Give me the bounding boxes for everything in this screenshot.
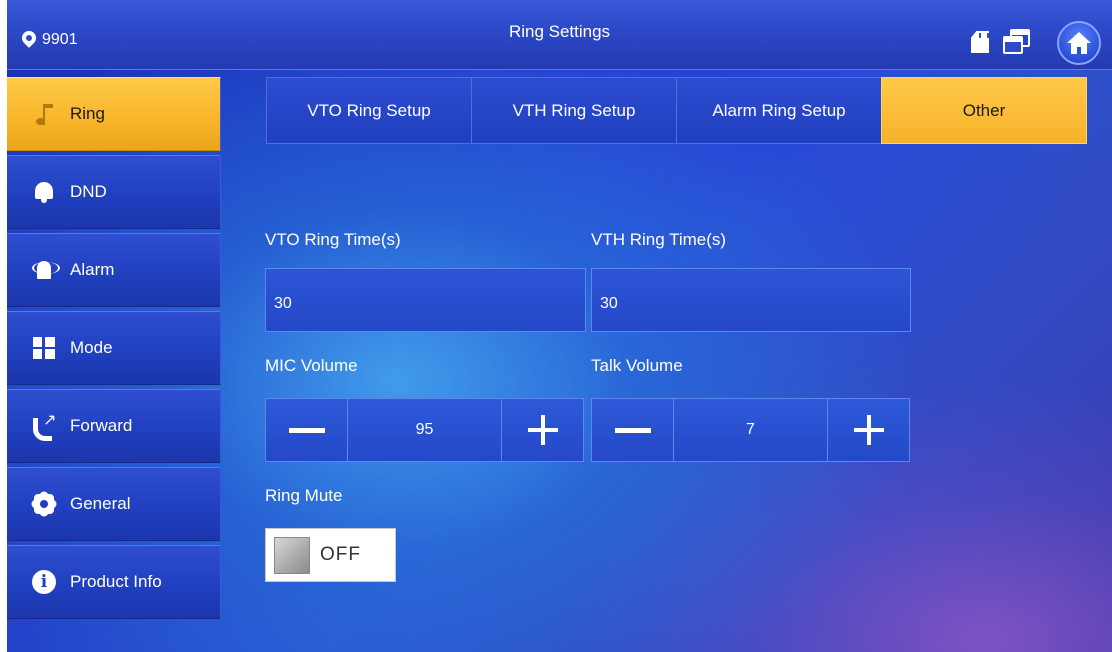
sidebar-item-label: Mode (70, 338, 113, 357)
sidebar-item-mode[interactable]: Mode (7, 311, 221, 385)
vth-ring-time-field[interactable]: 30 (591, 268, 911, 332)
sidebar-item-ring[interactable]: Ring (7, 77, 221, 151)
top-bar: 9901 Ring Settings (7, 0, 1112, 70)
sidebar-item-product-info[interactable]: i Product Info (7, 545, 221, 619)
vth-ring-time-label: VTH Ring Time(s) (591, 230, 727, 249)
page-title: Ring Settings (508, 22, 611, 41)
vto-ring-time-field[interactable]: 30 (265, 268, 586, 332)
tab-bar: VTO Ring Setup VTH Ring Setup Alarm Ring… (266, 77, 1087, 144)
sidebar-item-label: Product Info (70, 572, 162, 591)
music-note-icon (32, 102, 56, 126)
talk-volume-stepper: 7 (591, 398, 910, 462)
sd-card-icon[interactable] (971, 31, 989, 53)
sidebar-item-label: DND (70, 182, 107, 201)
sidebar-item-dnd[interactable]: DND (7, 155, 221, 229)
bell-icon (32, 180, 56, 204)
talk-volume-label: Talk Volume (591, 356, 683, 375)
mic-volume-label: MIC Volume (265, 356, 358, 375)
mic-volume-value: 95 (347, 398, 502, 462)
info-icon: i (32, 570, 56, 594)
gear-icon (32, 492, 56, 516)
windows-icon[interactable] (1003, 29, 1031, 55)
sidebar-item-label: Ring (70, 104, 105, 123)
sidebar: Ring DND Alarm Mode Forward General (7, 77, 221, 623)
home-button[interactable] (1057, 21, 1101, 65)
talk-volume-increase-button[interactable] (827, 398, 910, 462)
plus-icon (527, 415, 558, 445)
minus-icon (614, 427, 651, 433)
minus-icon (288, 427, 325, 433)
alarm-icon (32, 258, 60, 282)
phone-forward-icon (32, 410, 56, 441)
screen: 9901 Ring Settings Ring DND Alarm Mode ↗… (7, 0, 1112, 652)
ring-mute-label: Ring Mute (265, 486, 343, 505)
talk-volume-decrease-button[interactable] (591, 398, 674, 462)
toggle-knob (274, 536, 310, 574)
sidebar-item-label: Alarm (70, 260, 115, 279)
plus-icon (853, 415, 884, 445)
sidebar-item-label: Forward (70, 416, 133, 435)
mic-volume-decrease-button[interactable] (265, 398, 348, 462)
ring-mute-toggle[interactable]: OFF (265, 528, 396, 582)
home-icon (1067, 32, 1091, 54)
sidebar-item-forward[interactable]: Forward (7, 389, 221, 463)
toggle-state: OFF (320, 544, 361, 565)
mic-volume-stepper: 95 (265, 398, 584, 462)
tab-other[interactable]: Other (881, 77, 1087, 144)
sidebar-item-general[interactable]: General (7, 467, 221, 541)
talk-volume-value: 7 (673, 398, 828, 462)
sidebar-item-label: General (70, 494, 131, 513)
tab-vth-ring-setup[interactable]: VTH Ring Setup (471, 77, 677, 144)
grid-icon (32, 336, 56, 360)
tab-vto-ring-setup[interactable]: VTO Ring Setup (266, 77, 472, 144)
vto-ring-time-label: VTO Ring Time(s) (265, 230, 401, 249)
tab-alarm-ring-setup[interactable]: Alarm Ring Setup (676, 77, 882, 144)
mic-volume-increase-button[interactable] (501, 398, 584, 462)
sidebar-item-alarm[interactable]: Alarm (7, 233, 221, 307)
